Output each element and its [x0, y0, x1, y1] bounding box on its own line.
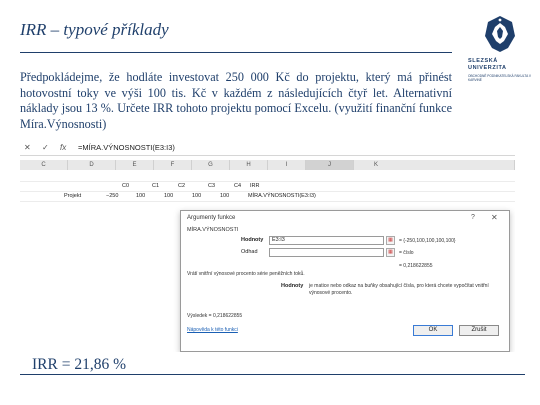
values-label: Hodnoty — [241, 237, 264, 243]
function-name: MÍRA.VÝNOSNOSTI — [187, 227, 239, 233]
formula-text[interactable]: =MÍRA.VÝNOSNOSTI(E3:I3) — [78, 143, 175, 152]
help-link[interactable]: Nápověda k této funkci — [187, 327, 238, 333]
cell-project-label[interactable]: Projekt — [64, 192, 81, 201]
grid-line — [20, 181, 515, 182]
column-header-i[interactable]: I — [268, 160, 306, 170]
slide-title: IRR – typové příklady — [20, 20, 169, 39]
insert-function-icon[interactable]: fx — [60, 143, 66, 152]
guess-input[interactable] — [269, 248, 384, 257]
result-text: IRR = 21,86 % — [30, 356, 128, 374]
ok-button[interactable]: OK — [413, 325, 453, 336]
guess-label: Odhad — [241, 249, 258, 255]
argument-label: Hodnoty — [281, 283, 304, 289]
dialog-title: Argumenty funkce — [187, 215, 236, 221]
cell-j3-formula[interactable]: MÍRA.VÝNOSNOSTI(E3:I3) — [248, 192, 316, 201]
function-total: = 0,218622855 — [399, 263, 433, 269]
problem-text: Předpokládejme, že hodláte investovat 25… — [20, 70, 452, 131]
cell-c4[interactable]: C4 — [234, 182, 241, 191]
range-select-icon[interactable]: ▦ — [386, 248, 395, 257]
grid-line — [20, 201, 515, 202]
university-logo: SLEZSKÁ UNIVERZITA OBCHODNĚ PODNIKATELSK… — [468, 14, 534, 84]
values-result: = {-250,100,100,100,100} — [399, 238, 456, 244]
logo-line-2: UNIVERZITA — [468, 65, 507, 71]
column-header-e[interactable]: E — [116, 160, 154, 170]
help-icon[interactable]: ? — [471, 214, 475, 221]
university-emblem-icon — [485, 16, 515, 52]
formula-bar: ✕ ✓ fx =MÍRA.VÝNOSNOSTI(E3:I3) — [20, 140, 515, 156]
logo-faculty: OBCHODNĚ PODNIKATELSKÁ FAKULTA V KARVINÉ — [468, 74, 532, 82]
column-header-d[interactable]: D — [68, 160, 116, 170]
cell-h3[interactable]: 100 — [192, 192, 201, 201]
column-header-c[interactable]: C — [20, 160, 68, 170]
cancel-button[interactable]: Zrušit — [459, 325, 499, 336]
title-divider — [20, 52, 452, 53]
function-arguments-dialog: Argumenty funkce ? ✕ MÍRA.VÝNOSNOSTI Hod… — [180, 210, 510, 352]
range-select-icon[interactable]: ▦ — [386, 236, 395, 245]
cell-i3[interactable]: 100 — [220, 192, 229, 201]
column-header-h[interactable]: H — [230, 160, 268, 170]
cell-e3[interactable]: −250 — [106, 192, 118, 201]
cancel-icon[interactable]: ✕ — [24, 143, 31, 152]
argument-description: je matice nebo odkaz na buňky obsahující… — [309, 283, 489, 296]
enter-icon[interactable]: ✓ — [42, 143, 49, 152]
formula-result: Výsledek = 0,218622855 — [187, 313, 243, 319]
cell-c3[interactable]: C3 — [208, 182, 215, 191]
cell-irr-header[interactable]: IRR — [250, 182, 259, 191]
logo-line-1: SLEZSKÁ — [468, 58, 498, 64]
cell-c2[interactable]: C2 — [178, 182, 185, 191]
cell-c1[interactable]: C1 — [152, 182, 159, 191]
cell-f3[interactable]: 100 — [136, 192, 145, 201]
guess-result: = číslo — [399, 250, 414, 256]
column-header-j[interactable]: J — [306, 160, 354, 170]
column-header-k[interactable]: K — [354, 160, 515, 170]
values-input[interactable]: E3:I3 — [269, 236, 384, 245]
cell-c0[interactable]: C0 — [122, 182, 129, 191]
cell-g3[interactable]: 100 — [164, 192, 173, 201]
column-header-g[interactable]: G — [192, 160, 230, 170]
column-header-f[interactable]: F — [154, 160, 192, 170]
logo-wordmark: SLEZSKÁ UNIVERZITA — [468, 58, 507, 72]
bottom-divider — [20, 374, 525, 375]
excel-screenshot: ✕ ✓ fx =MÍRA.VÝNOSNOSTI(E3:I3) C D E F G… — [20, 140, 515, 352]
function-description: Vrátí vnitřní výnosové procento série pe… — [187, 271, 305, 277]
close-icon[interactable]: ✕ — [491, 213, 498, 222]
